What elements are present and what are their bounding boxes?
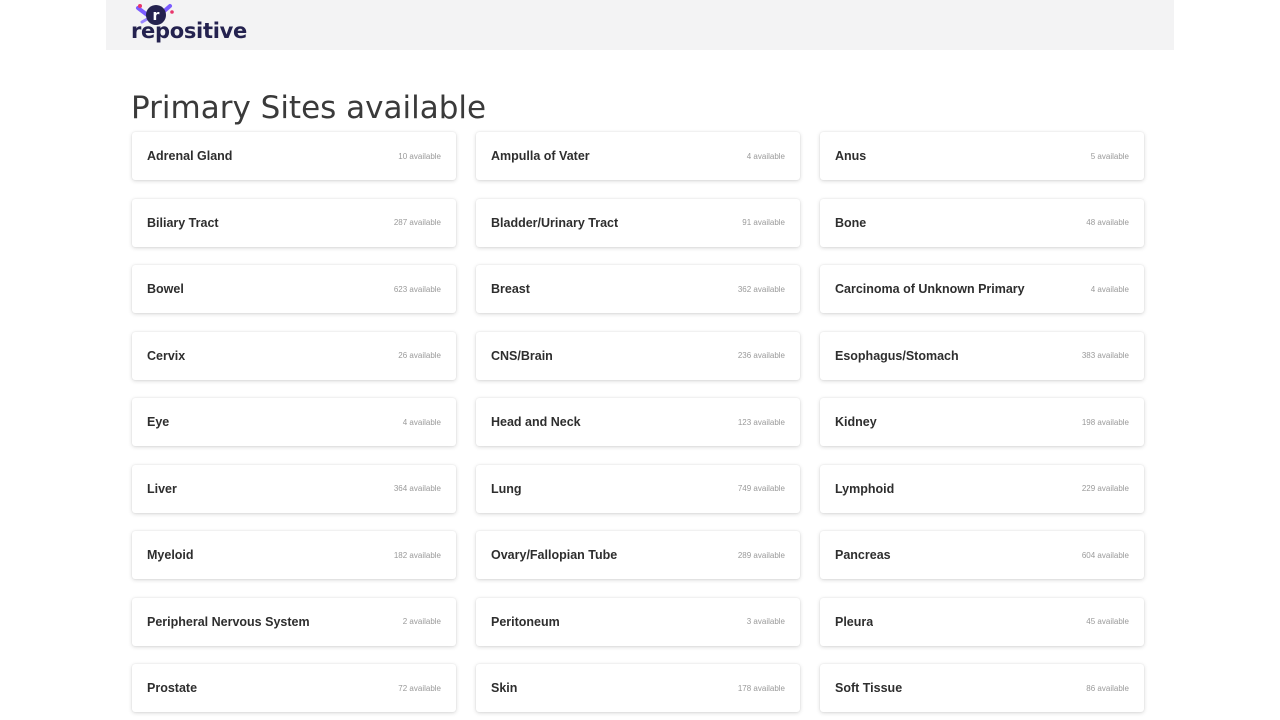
site-count: 3 available xyxy=(746,617,785,626)
site-name: Carcinoma of Unknown Primary xyxy=(835,282,1025,296)
site-card[interactable]: Bone 48 available xyxy=(820,198,1144,247)
site-count: 182 available xyxy=(393,550,441,560)
site-count: 4 available xyxy=(1090,284,1129,294)
site-count: 5 available xyxy=(1090,151,1129,161)
site-name: Liver xyxy=(147,481,177,496)
page-title: Primary Sites available xyxy=(131,90,487,126)
site-card[interactable]: Bowel 623 available xyxy=(132,265,456,313)
site-card[interactable]: Adrenal Gland 10 available xyxy=(132,132,456,180)
site-name: Myeloid xyxy=(147,548,194,562)
site-count: 48 available xyxy=(1086,218,1129,227)
site-card[interactable]: Cervix 26 available xyxy=(132,331,456,380)
site-count: 45 available xyxy=(1086,617,1129,626)
site-name: Ovary/Fallopian Tube xyxy=(491,548,618,562)
site-count: 364 available xyxy=(393,484,441,493)
site-card[interactable]: Skin 178 available xyxy=(476,664,800,712)
site-name: Head and Neck xyxy=(491,415,581,429)
site-count: 236 available xyxy=(737,351,785,360)
site-card[interactable]: Eye 4 available xyxy=(132,398,456,446)
site-count: 362 available xyxy=(737,284,785,294)
site-card[interactable]: Esophagus/Stomach 383 available xyxy=(820,331,1144,380)
top-header: r repositive xyxy=(106,0,1174,50)
site-card[interactable]: Liver 364 available xyxy=(132,464,456,513)
logo-text: repositive xyxy=(131,19,247,43)
site-count: 123 available xyxy=(737,417,785,427)
site-card[interactable]: Breast 362 available xyxy=(476,265,800,313)
site-count: 623 available xyxy=(393,284,441,294)
site-card[interactable]: Myeloid 182 available xyxy=(132,531,456,579)
site-card[interactable]: Anus 5 available xyxy=(820,132,1144,180)
site-name: Pleura xyxy=(835,614,874,629)
site-card[interactable]: Carcinoma of Unknown Primary 4 available xyxy=(820,265,1144,313)
site-card[interactable]: Bladder/Urinary Tract 91 available xyxy=(476,198,800,247)
site-name: Esophagus/Stomach xyxy=(835,348,959,363)
site-name: Kidney xyxy=(835,415,877,429)
site-card[interactable]: Lung 749 available xyxy=(476,464,800,513)
site-card[interactable]: Head and Neck 123 available xyxy=(476,398,800,446)
site-card[interactable]: Pleura 45 available xyxy=(820,597,1144,646)
site-name: Peritoneum xyxy=(491,614,560,629)
site-count: 178 available xyxy=(737,683,785,693)
site-card[interactable]: Lymphoid 229 available xyxy=(820,464,1144,513)
site-name: CNS/Brain xyxy=(491,348,553,363)
site-name: Breast xyxy=(491,282,530,296)
site-count: 2 available xyxy=(402,617,441,626)
site-count: 4 available xyxy=(746,151,785,161)
site-name: Bowel xyxy=(147,282,184,296)
site-name: Bone xyxy=(835,215,867,230)
site-name: Lung xyxy=(491,481,522,496)
site-name: Anus xyxy=(835,149,867,163)
site-name: Cervix xyxy=(147,348,186,363)
site-name: Pancreas xyxy=(835,548,891,562)
site-count: 287 available xyxy=(393,218,441,227)
primary-sites-grid: Adrenal Gland 10 available Ampulla of Vate… xyxy=(132,132,1144,712)
site-count: 604 available xyxy=(1081,550,1129,560)
site-card[interactable]: Peritoneum 3 available xyxy=(476,597,800,646)
site-card[interactable]: Prostate 72 available xyxy=(132,664,456,712)
site-name: Lymphoid xyxy=(835,481,895,496)
site-count: 383 available xyxy=(1081,351,1129,360)
site-card[interactable]: CNS/Brain 236 available xyxy=(476,331,800,380)
site-name: Ampulla of Vater xyxy=(491,149,590,163)
site-count: 4 available xyxy=(402,417,441,427)
site-card[interactable]: Pancreas 604 available xyxy=(820,531,1144,579)
site-count: 198 available xyxy=(1081,417,1129,427)
site-name: Peripheral Nervous System xyxy=(147,614,310,629)
site-name: Adrenal Gland xyxy=(147,149,233,163)
site-count: 749 available xyxy=(737,484,785,493)
site-name: Skin xyxy=(491,681,518,695)
site-count: 72 available xyxy=(398,683,441,693)
site-count: 86 available xyxy=(1086,683,1129,693)
site-card[interactable]: Ovary/Fallopian Tube 289 available xyxy=(476,531,800,579)
site-name: Biliary Tract xyxy=(147,215,219,230)
site-card[interactable]: Soft Tissue 86 available xyxy=(820,664,1144,712)
site-count: 289 available xyxy=(737,550,785,560)
site-count: 229 available xyxy=(1081,484,1129,493)
site-count: 91 available xyxy=(742,218,785,227)
repositive-logo[interactable]: r repositive xyxy=(131,2,247,46)
site-name: Soft Tissue xyxy=(835,681,903,695)
site-card[interactable]: Peripheral Nervous System 2 available xyxy=(132,597,456,646)
site-name: Bladder/Urinary Tract xyxy=(491,215,619,230)
site-name: Prostate xyxy=(147,681,198,695)
site-count: 10 available xyxy=(398,151,441,161)
site-card[interactable]: Biliary Tract 287 available xyxy=(132,198,456,247)
site-card[interactable]: Kidney 198 available xyxy=(820,398,1144,446)
site-card[interactable]: Ampulla of Vater 4 available xyxy=(476,132,800,180)
site-name: Eye xyxy=(147,415,170,429)
site-count: 26 available xyxy=(398,351,441,360)
